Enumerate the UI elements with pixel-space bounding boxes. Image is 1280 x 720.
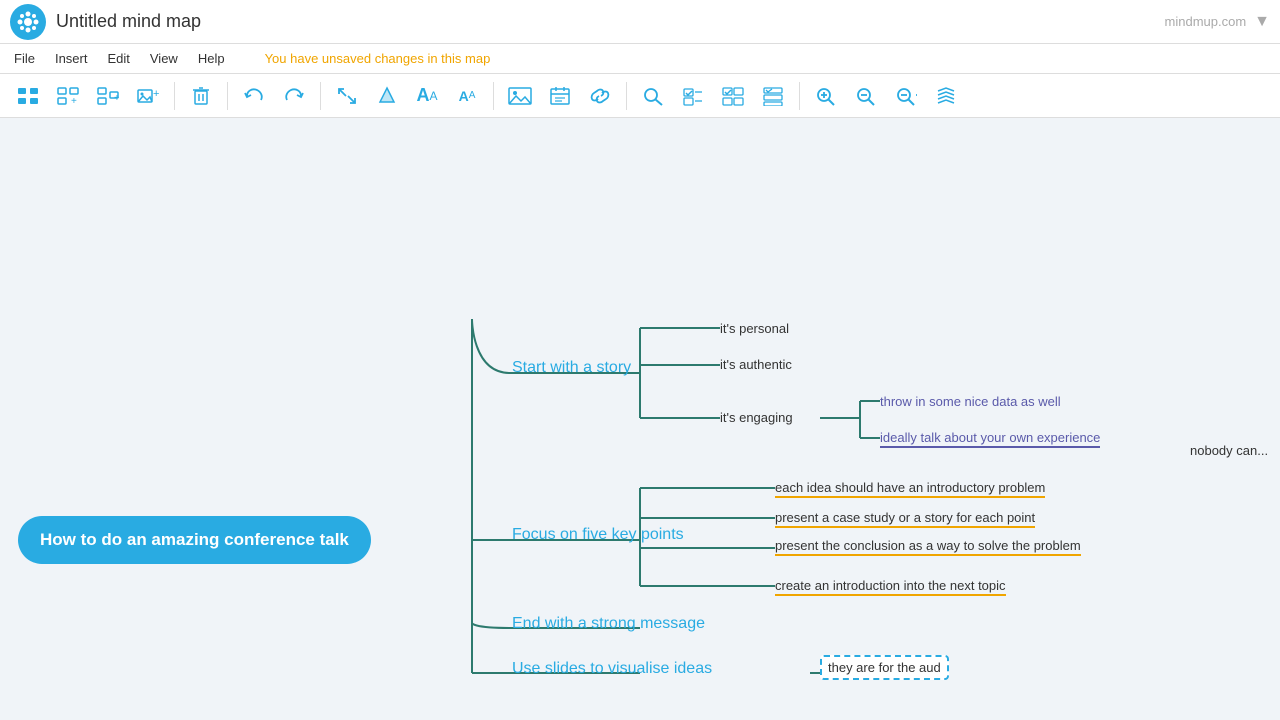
dropdown-icon[interactable]: ▼ — [1254, 13, 1270, 31]
zoom-fit-tool[interactable] — [888, 78, 924, 114]
branch-strong-label[interactable]: End with a strong message — [512, 615, 705, 633]
link-tool[interactable] — [582, 78, 618, 114]
leaf-own-experience[interactable]: ideally talk about your own experience — [880, 430, 1100, 445]
leaf-case-study[interactable]: present a case study or a story for each… — [775, 510, 1035, 525]
leaf-conclusion[interactable]: present the conclusion as a way to solve… — [775, 538, 1081, 553]
stacked-tool[interactable] — [928, 78, 964, 114]
calendar-tool[interactable] — [542, 78, 578, 114]
branch-story-label[interactable]: Start with a story — [512, 359, 631, 377]
mindmap-canvas: How to do an amazing conference talk Sta… — [0, 118, 1280, 720]
checklist1-tool[interactable] — [675, 78, 711, 114]
add-sibling-tool[interactable]: + — [90, 78, 126, 114]
toolbar-separator-6 — [799, 82, 800, 110]
leaf-next-topic[interactable]: create an introduction into the next top… — [775, 578, 1006, 593]
unsaved-message: You have unsaved changes in this map — [265, 51, 491, 66]
add-image-node-tool[interactable]: + — [130, 78, 166, 114]
svg-text:+: + — [153, 88, 159, 100]
toolbar-separator-4 — [493, 82, 494, 110]
toolbar-separator-1 — [174, 82, 175, 110]
mindmup-brand: mindmup.com — [1165, 14, 1247, 29]
select-tool[interactable] — [10, 78, 46, 114]
menu-edit[interactable]: Edit — [107, 51, 129, 66]
leaf-its-personal[interactable]: it's personal — [720, 321, 789, 336]
toolbar-separator-3 — [320, 82, 321, 110]
search-tool[interactable] — [635, 78, 671, 114]
font-larger-tool[interactable]: AA — [409, 78, 445, 114]
add-child-tool[interactable]: + — [50, 78, 86, 114]
font-smaller-tool[interactable]: AA — [449, 78, 485, 114]
image-tool[interactable] — [502, 78, 538, 114]
central-node[interactable]: How to do an amazing conference talk — [18, 516, 371, 564]
app-logo — [10, 4, 46, 40]
expand-tool[interactable] — [329, 78, 365, 114]
leaf-its-engaging[interactable]: it's engaging — [720, 410, 793, 425]
leaf-introductory-problem[interactable]: each idea should have an introductory pr… — [775, 480, 1045, 495]
branch-slides-label[interactable]: Use slides to visualise ideas — [512, 660, 712, 678]
menu-file[interactable]: File — [14, 51, 35, 66]
toolbar-separator-2 — [227, 82, 228, 110]
checklist3-tool[interactable] — [755, 78, 791, 114]
leaf-its-authentic[interactable]: it's authentic — [720, 357, 792, 372]
undo-tool[interactable] — [236, 78, 272, 114]
editing-node[interactable]: they are for the aud — [820, 659, 949, 677]
zoom-out-tool[interactable] — [848, 78, 884, 114]
checklist2-tool[interactable] — [715, 78, 751, 114]
branch-focus-label[interactable]: Focus on five key points — [512, 526, 684, 544]
svg-text:+: + — [71, 96, 77, 105]
menu-insert[interactable]: Insert — [55, 51, 88, 66]
leaf-nobody-can[interactable]: nobody can... — [1190, 443, 1268, 458]
svg-text:+: + — [114, 93, 119, 104]
color-tool[interactable] — [369, 78, 405, 114]
delete-tool[interactable] — [183, 78, 219, 114]
zoom-in-tool[interactable] — [808, 78, 844, 114]
app-title: Untitled mind map — [56, 11, 1165, 32]
redo-tool[interactable] — [276, 78, 312, 114]
toolbar-separator-5 — [626, 82, 627, 110]
leaf-throw-data[interactable]: throw in some nice data as well — [880, 394, 1061, 409]
menu-help[interactable]: Help — [198, 51, 225, 66]
menu-view[interactable]: View — [150, 51, 178, 66]
